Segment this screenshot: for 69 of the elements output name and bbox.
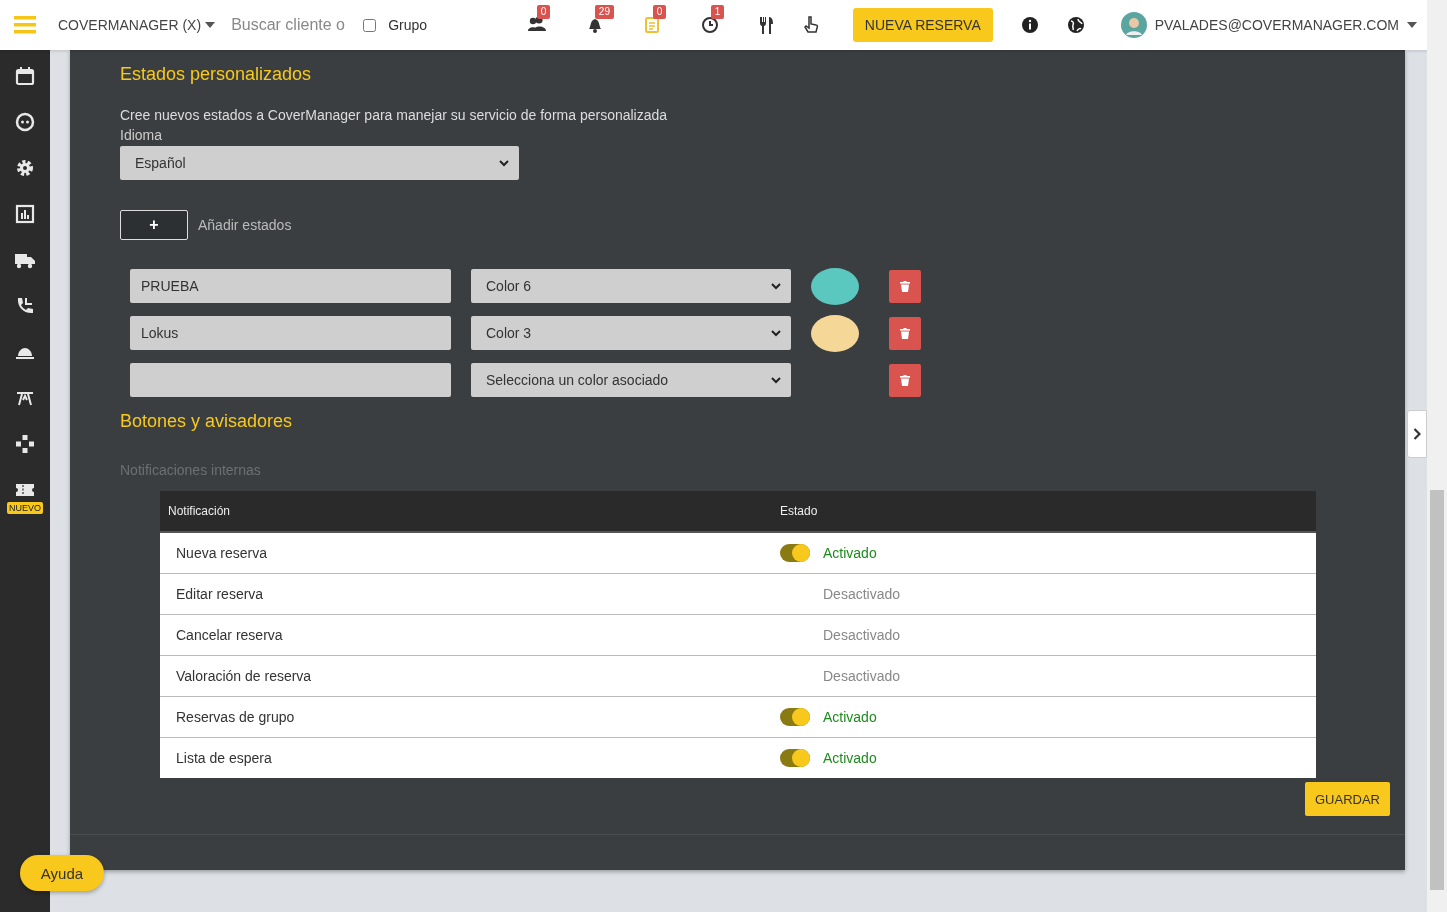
- status-text: Desactivado: [823, 586, 901, 602]
- account-dropdown[interactable]: COVERMANAGER (X): [58, 17, 216, 33]
- status-text: Desactivado: [823, 668, 901, 684]
- hand-pointer-icon[interactable]: [802, 16, 819, 34]
- table-cell-text: Lista de espera: [175, 750, 273, 766]
- table-cell-text: Nueva reserva: [175, 545, 269, 561]
- column-header: Notificación: [167, 504, 232, 518]
- calendar-icon[interactable]: [15, 66, 35, 86]
- settings-icon[interactable]: [15, 158, 35, 178]
- section-heading: Botones y avisadores: [120, 411, 294, 432]
- trash-icon: [900, 327, 910, 339]
- table-cell-text: Editar reserva: [175, 586, 265, 602]
- avatar-icon: [1120, 12, 1147, 38]
- toggle-switch[interactable]: [780, 708, 810, 726]
- section-heading: Estados personalizados: [120, 64, 313, 85]
- trash-icon: [900, 280, 910, 292]
- status-text: Activado: [823, 545, 877, 561]
- name-field[interactable]: Lokus: [130, 316, 451, 350]
- side-panel-handle[interactable]: [1407, 410, 1427, 458]
- color-select[interactable]: Color 6: [471, 269, 791, 303]
- status-text: Activado: [823, 709, 877, 725]
- column-header: Estado: [780, 504, 818, 518]
- phone-icon[interactable]: [15, 296, 35, 316]
- count-badge: 0: [536, 5, 551, 19]
- color-select[interactable]: Selecciona un color asociado: [471, 363, 791, 397]
- clock-icon[interactable]: [700, 15, 721, 35]
- chevron-icon: [499, 159, 509, 167]
- delete-button[interactable]: [889, 363, 921, 397]
- color-select[interactable]: Color 3: [471, 316, 791, 350]
- count-badge: 29: [594, 5, 614, 19]
- face-icon[interactable]: [15, 112, 35, 132]
- language-select[interactable]: Español: [120, 146, 519, 180]
- fork-knife-icon[interactable]: [758, 16, 775, 34]
- toggle-switch[interactable]: [780, 749, 810, 767]
- delete-button[interactable]: [889, 269, 921, 303]
- info-icon[interactable]: [1020, 16, 1039, 34]
- help-button[interactable]: Ayuda: [20, 855, 104, 891]
- description-text: Cree nuevos estados a CoverManager para manejar su servicio de forma personalizada: [120, 107, 669, 123]
- status-text: Activado: [823, 750, 877, 766]
- name-field[interactable]: [130, 363, 451, 397]
- table-cell-text: Reservas de grupo: [175, 709, 296, 725]
- save-button[interactable]: GUARDAR: [1305, 782, 1390, 816]
- add-label: Añadir estados: [198, 217, 292, 233]
- count-badge: 0: [652, 5, 667, 19]
- table-cell-text: Cancelar reserva: [175, 627, 284, 643]
- delete-button[interactable]: [889, 316, 921, 350]
- checkbox[interactable]: [363, 18, 377, 32]
- status-text: Desactivado: [823, 627, 901, 643]
- scrollbar[interactable]: [1427, 0, 1447, 912]
- chevron-icon: [771, 329, 781, 337]
- table-cell-text: Valoración de reserva: [175, 668, 313, 684]
- chevron-icon: [771, 376, 781, 384]
- globe-icon[interactable]: [1066, 16, 1085, 34]
- new-reservation-button[interactable]: NUEVA RESERVA: [852, 8, 993, 42]
- chevron-icon: [771, 282, 781, 290]
- caret-icon: [1407, 22, 1417, 28]
- checkbox-label: Grupo: [388, 17, 428, 33]
- trash-icon: [900, 374, 910, 386]
- count-badge: 1: [710, 5, 725, 19]
- field-label: Idioma: [120, 127, 164, 143]
- caret-icon: [205, 22, 216, 28]
- name-field[interactable]: PRUEBA: [130, 269, 451, 303]
- chevron-icon: [1413, 428, 1421, 440]
- add-button[interactable]: +: [120, 210, 188, 240]
- toggle-switch[interactable]: [780, 544, 810, 562]
- gamepad-icon[interactable]: [15, 434, 35, 454]
- user-menu[interactable]: PVALADES@COVERMANAGER.COM: [1154, 17, 1417, 33]
- new-badge: NUEVO: [7, 502, 43, 514]
- chart-icon[interactable]: [15, 204, 35, 224]
